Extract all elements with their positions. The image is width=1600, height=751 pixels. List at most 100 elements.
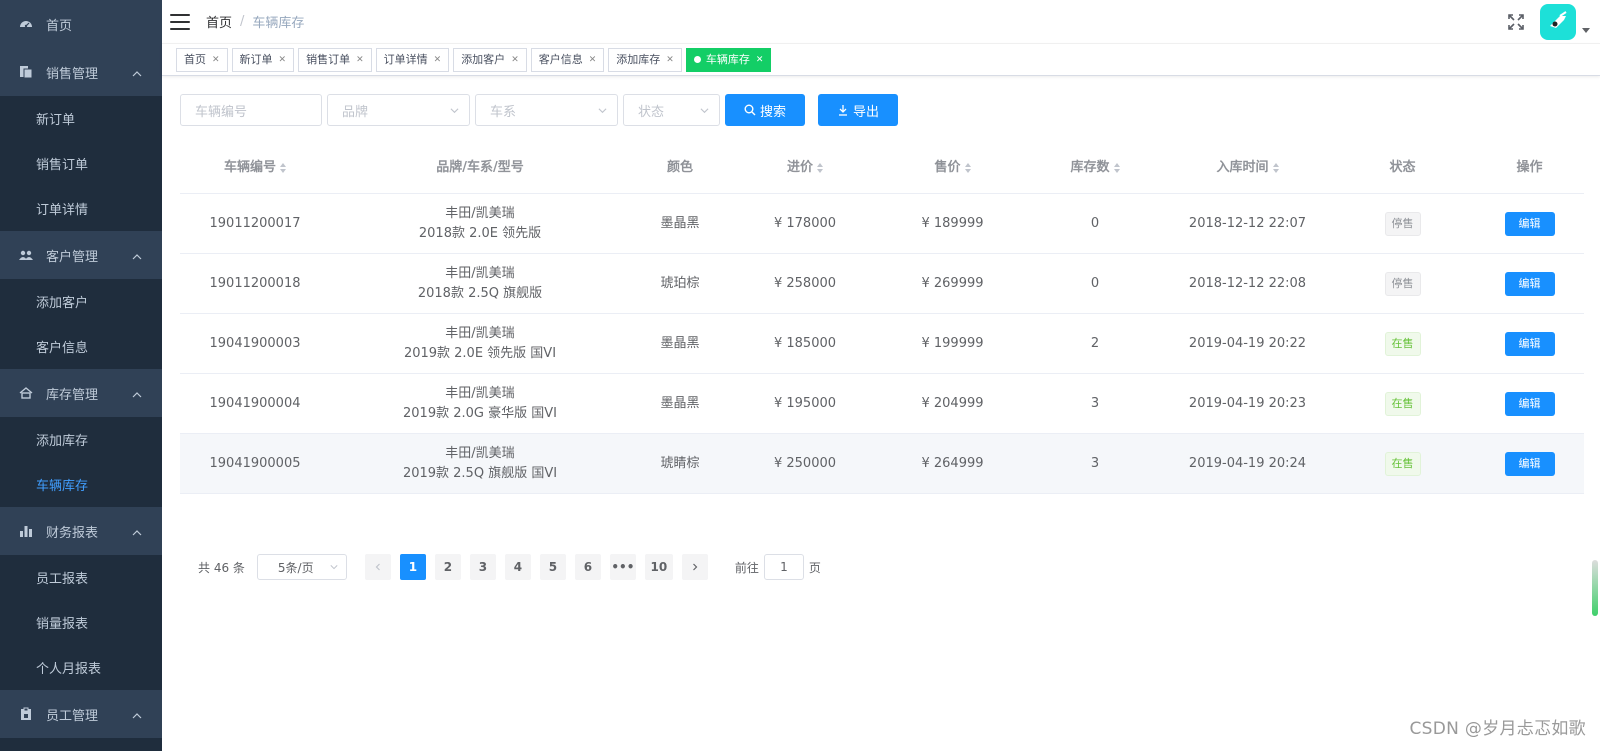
cell-vehicle-no: 19041900005 <box>209 455 301 471</box>
prev-page-button[interactable] <box>364 554 391 580</box>
tags-view: 首页 ✕ 新订单 ✕ 销售订单 ✕ 订单详情 ✕ 添加客户 ✕ 客户信息 ✕ 添加库存 ✕ 车… <box>162 44 1600 76</box>
sidebar-group-sales[interactable]: 销售管理 <box>0 48 162 96</box>
cell-color: 墨晶黑 <box>660 215 700 231</box>
people-icon <box>18 247 34 263</box>
breadcrumb-home[interactable]: 首页 <box>206 12 232 31</box>
sidebar-item-customer-info[interactable]: 客户信息 <box>0 324 162 369</box>
header-cost[interactable]: 进价 <box>730 158 880 178</box>
chevron-left-icon <box>375 563 380 571</box>
header-actions: 操作 <box>1516 160 1543 175</box>
cell-stock: 3 <box>1090 455 1100 471</box>
sidebar-item-label: 库存管理 <box>46 387 99 403</box>
cell-stock: 3 <box>1090 395 1100 411</box>
table-row: 19011200018 丰田/凯美瑞 2018款 2.5Q 旗舰版 琥珀棕 ¥ 2… <box>180 254 1584 314</box>
sidebar-item-add-customer[interactable]: 添加客户 <box>0 279 162 324</box>
cell-cost: ¥ 258000 <box>773 275 837 291</box>
sort-icon[interactable] <box>1113 163 1120 173</box>
cell-cost: ¥ 178000 <box>773 215 837 231</box>
tag-new-order[interactable]: 新订单 ✕ <box>231 47 295 72</box>
close-icon[interactable]: ✕ <box>356 49 364 71</box>
page-button[interactable]: 10 <box>644 554 673 580</box>
page-button[interactable]: 2 <box>434 554 461 580</box>
sidebar-item-employee-report[interactable]: 员工报表 <box>0 555 162 600</box>
page-button[interactable]: 1 <box>399 554 426 580</box>
breadcrumb: 首页 / 车辆库存 <box>206 12 304 31</box>
header-time[interactable]: 入库时间 <box>1165 158 1330 178</box>
cell-actions: 编辑 <box>1475 391 1584 416</box>
sidebar-group-employees[interactable]: 员工管理 <box>0 690 162 738</box>
tag-order-details[interactable]: 订单详情 ✕ <box>375 47 450 72</box>
sidebar-item-sales-report[interactable]: 销量报表 <box>0 600 162 645</box>
sort-icon[interactable] <box>280 163 286 173</box>
sort-icon[interactable] <box>817 163 823 173</box>
series-select[interactable]: 车系 <box>475 94 618 126</box>
tag-home[interactable]: 首页 ✕ <box>176 47 228 72</box>
fullscreen-icon[interactable] <box>1508 14 1524 30</box>
edit-button[interactable]: 编辑 <box>1504 451 1555 476</box>
vehicle-no-input[interactable]: 车辆编号 <box>180 94 322 126</box>
chevron-up-icon <box>132 392 142 398</box>
bar-chart-icon <box>18 523 34 539</box>
brand-select[interactable]: 品牌 <box>327 94 470 126</box>
page-size-select[interactable]: 5条/页 <box>256 554 347 580</box>
caret-down-icon[interactable] <box>1582 28 1590 33</box>
edit-button[interactable]: 编辑 <box>1504 211 1555 236</box>
table-header: 车辆编号 品牌/车系/型号 颜色 进价 售价 库存数 入库时间 状态 操作 <box>180 143 1584 194</box>
page-button[interactable]: 4 <box>504 554 531 580</box>
page-button[interactable]: 6 <box>574 554 601 580</box>
sidebar-item-add-inventory[interactable]: 添加库存 <box>0 417 162 462</box>
sidebar-item-monthly-report[interactable]: 个人月报表 <box>0 645 162 690</box>
cell-cost: ¥ 185000 <box>773 335 837 351</box>
header-vehicle-no[interactable]: 车辆编号 <box>180 158 330 178</box>
page-button[interactable]: 3 <box>469 554 496 580</box>
sidebar-item-sales-orders[interactable]: 销售订单 <box>0 141 162 186</box>
tag-customer-info[interactable]: 客户信息 ✕ <box>530 47 605 72</box>
close-icon[interactable]: ✕ <box>279 49 287 71</box>
tag-sales-orders[interactable]: 销售订单 ✕ <box>298 47 372 72</box>
cell-status: 停售 <box>1330 211 1475 236</box>
export-button[interactable]: 导出 <box>818 94 898 126</box>
next-page-button[interactable] <box>681 554 708 580</box>
hamburger-icon[interactable] <box>170 13 190 30</box>
sidebar-item-vehicle-inventory[interactable]: 车辆库存 <box>0 462 162 507</box>
tag-add-customer[interactable]: 添加客户 ✕ <box>453 47 527 72</box>
close-icon[interactable]: ✕ <box>511 49 519 71</box>
header-stock[interactable]: 库存数 <box>1025 158 1165 178</box>
search-button[interactable]: 搜索 <box>725 94 805 126</box>
breadcrumb-current: 车辆库存 <box>252 16 305 31</box>
tag-add-inventory[interactable]: 添加库存 ✕ <box>608 47 682 72</box>
edit-button[interactable]: 编辑 <box>1504 271 1555 296</box>
tag-label: 销售订单 <box>306 52 351 66</box>
close-icon[interactable]: ✕ <box>212 49 220 71</box>
goto-page-input[interactable]: 1 <box>763 554 804 580</box>
close-icon[interactable]: ✕ <box>589 49 597 71</box>
cell-color: 墨晶黑 <box>660 395 700 411</box>
sort-icon[interactable] <box>964 163 971 173</box>
tag-vehicle-inventory[interactable]: 车辆库存 ✕ <box>685 47 772 72</box>
search-icon <box>744 104 756 116</box>
sidebar-group-customers[interactable]: 客户管理 <box>0 231 162 279</box>
sidebar-item-new-order[interactable]: 新订单 <box>0 96 162 141</box>
series-placeholder: 车系 <box>490 104 517 120</box>
cell-price: ¥ 199999 <box>921 335 984 351</box>
cell-price: ¥ 264999 <box>921 455 984 471</box>
close-icon[interactable]: ✕ <box>756 49 764 71</box>
sidebar-group-finance[interactable]: 财务报表 <box>0 507 162 555</box>
cell-vehicle-no: 19011200017 <box>209 215 301 231</box>
avatar[interactable] <box>1540 4 1576 40</box>
page-button[interactable]: 5 <box>539 554 566 580</box>
close-icon[interactable]: ✕ <box>434 49 442 71</box>
more-pages-button[interactable]: ••• <box>609 554 636 580</box>
sidebar-item-label: 客户管理 <box>46 249 99 265</box>
sort-icon[interactable] <box>1272 163 1279 173</box>
status-select[interactable]: 状态 <box>623 94 720 126</box>
header-price[interactable]: 售价 <box>880 158 1025 178</box>
close-icon[interactable]: ✕ <box>666 49 674 71</box>
sidebar-item-order-details[interactable]: 订单详情 <box>0 186 162 231</box>
sidebar-group-inventory[interactable]: 库存管理 <box>0 369 162 417</box>
scroll-indicator[interactable] <box>1592 560 1598 616</box>
edit-button[interactable]: 编辑 <box>1504 331 1555 356</box>
edit-button[interactable]: 编辑 <box>1504 391 1555 416</box>
cell-price: ¥ 269999 <box>921 275 984 291</box>
sidebar-item-home[interactable]: 首页 <box>0 0 162 48</box>
